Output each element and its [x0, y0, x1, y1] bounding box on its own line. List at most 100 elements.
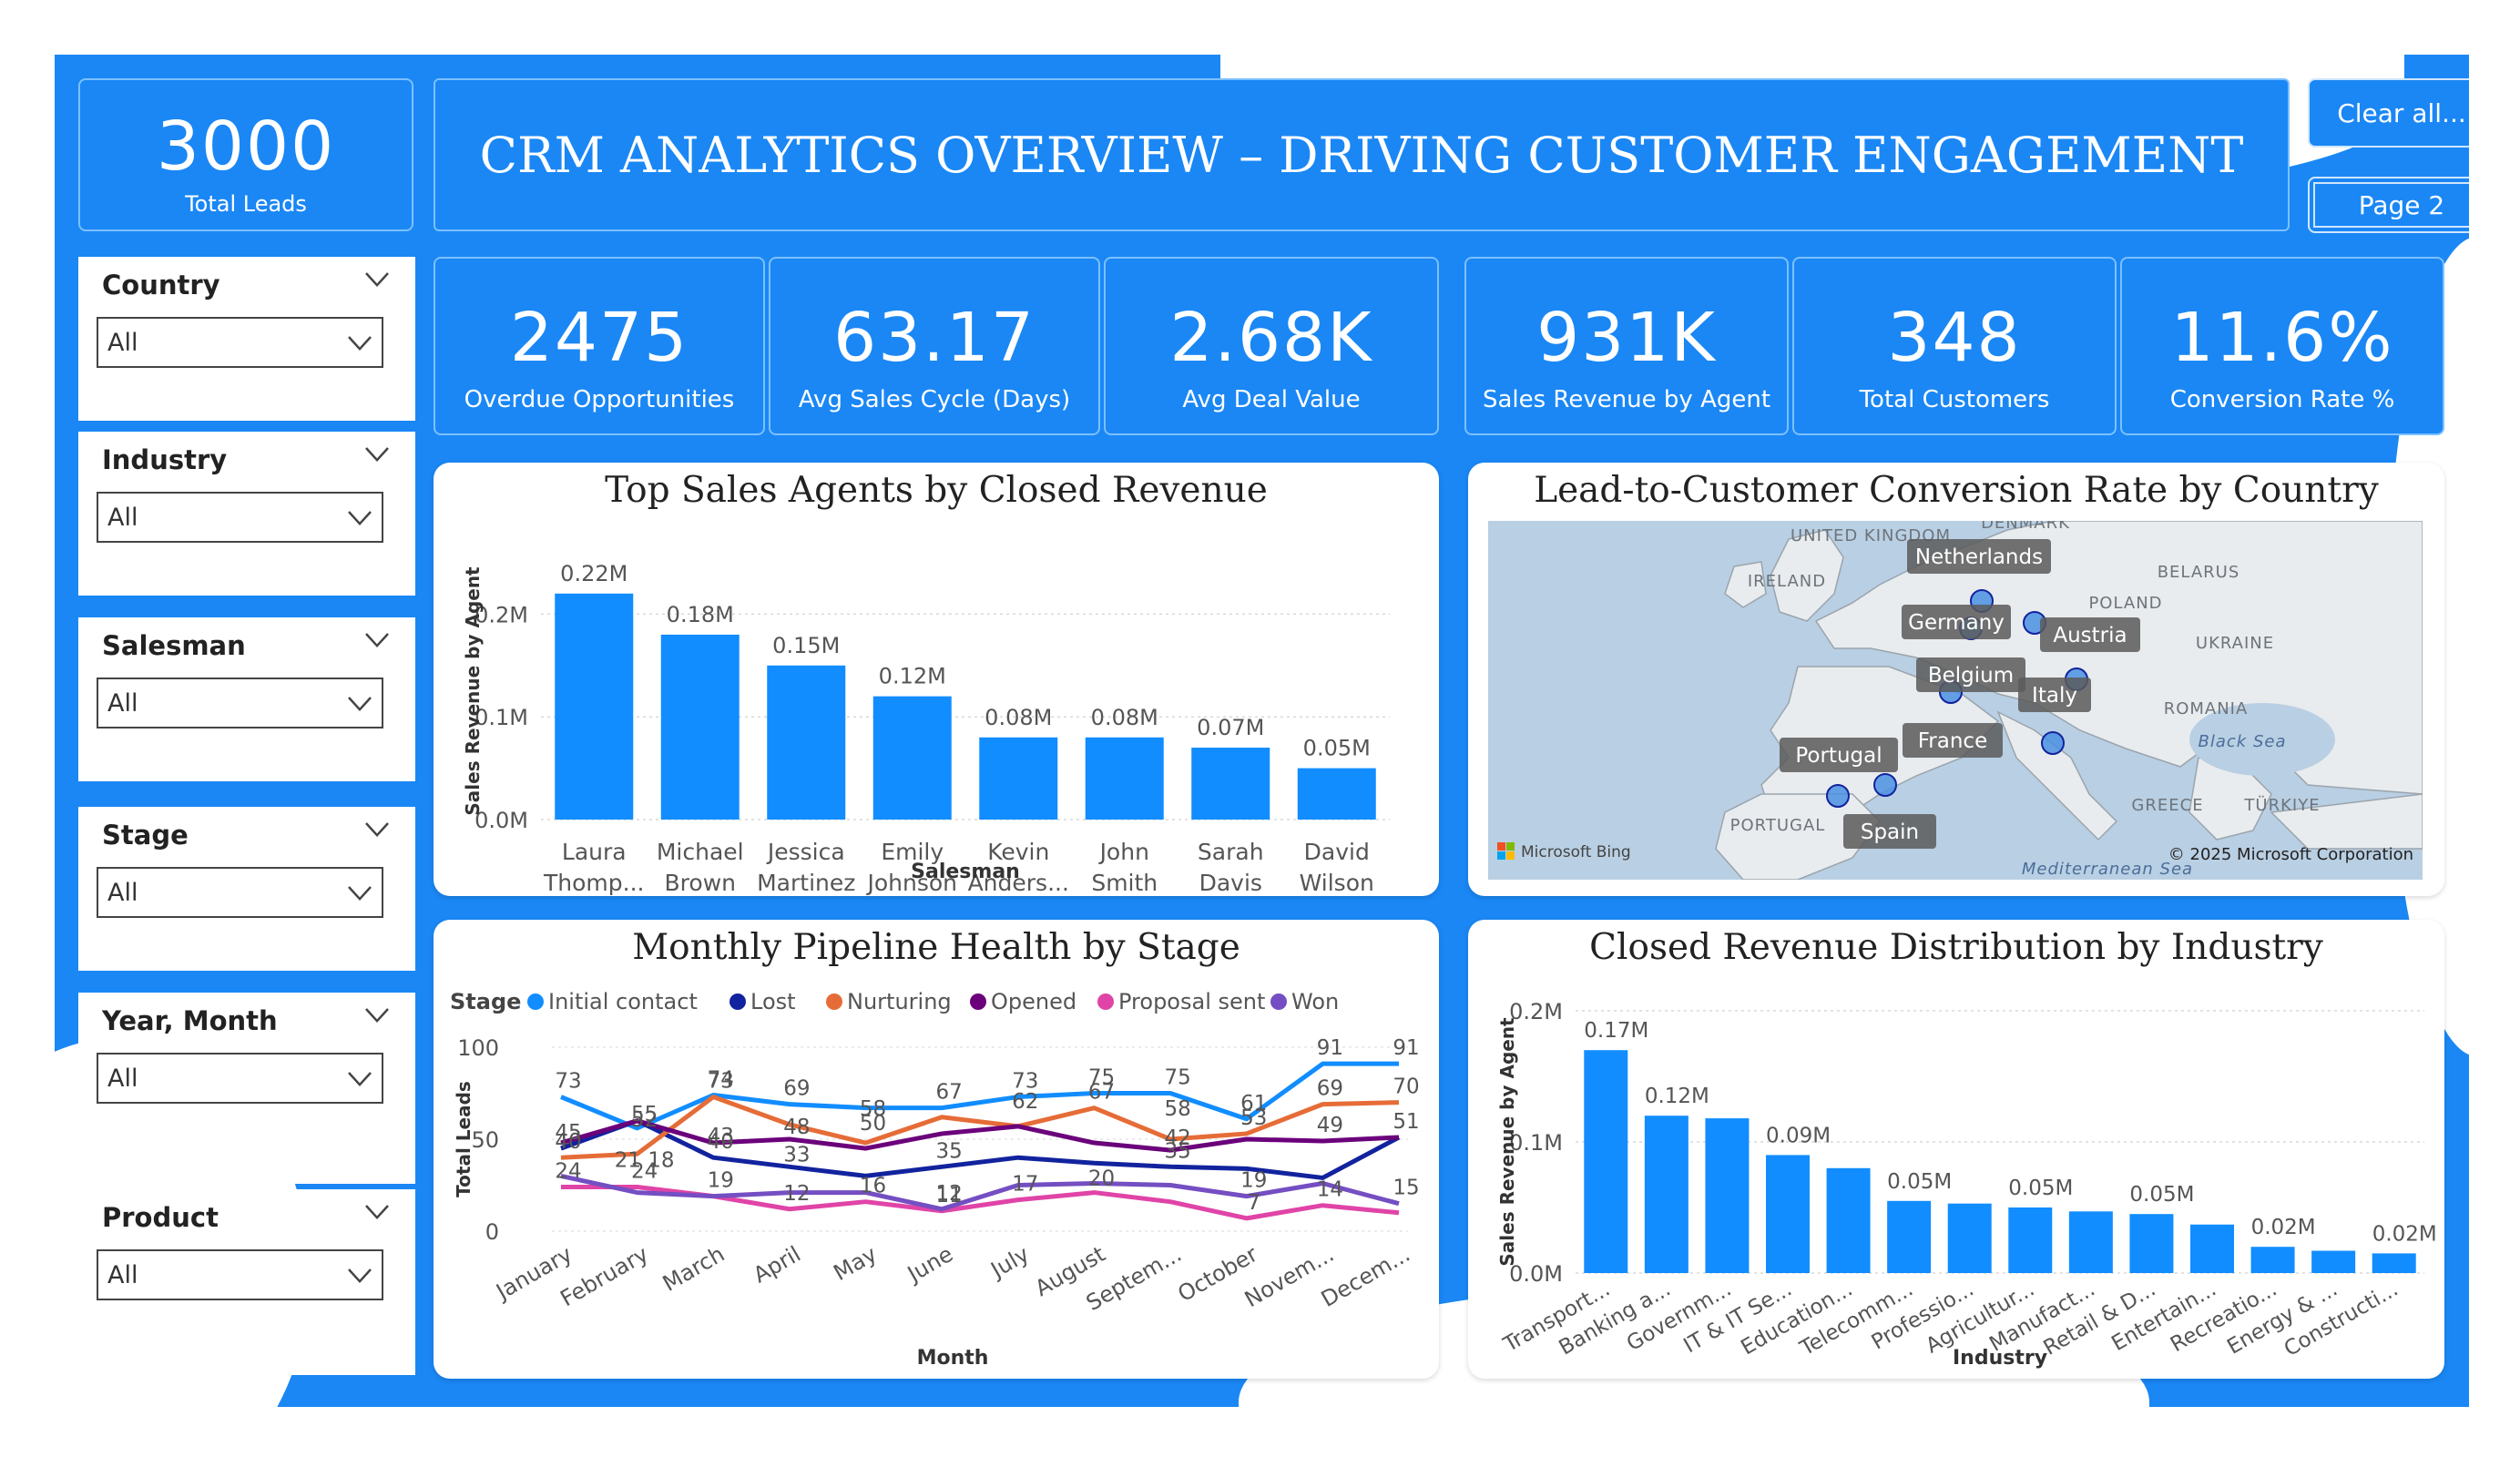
chevron-down-icon — [365, 447, 389, 463]
bar[interactable] — [1947, 1203, 1992, 1273]
x-tick-label: Brown — [665, 870, 736, 896]
map-base-label: IRELAND — [1748, 572, 1826, 591]
legend-marker[interactable] — [1270, 993, 1287, 1010]
bar[interactable] — [2068, 1211, 2113, 1273]
data-label: 51 — [1393, 1110, 1419, 1134]
chevron-down-icon — [365, 822, 389, 838]
chevron-down-icon — [365, 1008, 389, 1024]
bar[interactable] — [1584, 1050, 1628, 1273]
industry-chart-card: Closed Revenue Distribution by Industry … — [1468, 920, 2444, 1379]
slicer-collapse-chevron[interactable] — [364, 1202, 390, 1220]
bar[interactable] — [1085, 737, 1164, 820]
bar[interactable] — [1644, 1116, 1689, 1273]
slicer-collapse-chevron[interactable] — [364, 1005, 390, 1024]
total-leads-label: Total Leads — [185, 191, 307, 217]
slicer-collapse-chevron[interactable] — [364, 444, 390, 463]
legend-item[interactable]: Initial contact — [548, 989, 698, 1014]
slicer-collapse-chevron[interactable] — [364, 630, 390, 648]
bar[interactable] — [767, 665, 846, 820]
bar[interactable] — [2311, 1250, 2356, 1273]
agents-bar-chart: 0.0M0.1M0.2M0.22MLauraThomp...0.18MMicha… — [462, 561, 1390, 896]
map-base-label: BELARUS — [2158, 563, 2240, 582]
data-label: 0.08M — [1091, 705, 1158, 730]
data-label: 74 — [708, 1068, 734, 1092]
deal-value-label: Avg Deal Value — [1182, 386, 1361, 413]
legend-item[interactable]: Proposal sent — [1118, 989, 1265, 1014]
slicer-product[interactable]: Product All — [78, 1189, 415, 1375]
bar[interactable] — [555, 593, 634, 820]
y-axis-title: Sales Revenue by Agent — [1496, 1017, 1518, 1267]
legend-marker[interactable] — [527, 993, 544, 1010]
slicer-collapse-chevron[interactable] — [364, 270, 390, 288]
customers-value: 348 — [1887, 299, 2022, 377]
legend-item[interactable]: Opened — [991, 989, 1076, 1014]
deal-value-value: 2.68K — [1169, 299, 1373, 377]
bar[interactable] — [1297, 768, 1376, 820]
slicer-country[interactable]: Country All — [78, 257, 415, 421]
bar[interactable] — [1887, 1200, 1932, 1273]
bar[interactable] — [660, 634, 740, 820]
data-label: 0.12M — [1645, 1085, 1709, 1108]
data-label: 67 — [936, 1081, 963, 1105]
bar[interactable] — [2190, 1224, 2234, 1273]
bar[interactable] — [2250, 1247, 2295, 1273]
data-label: 42 — [1164, 1126, 1190, 1150]
country-bubble[interactable] — [1826, 784, 1850, 808]
legend-marker[interactable] — [826, 993, 842, 1010]
legend-marker[interactable] — [970, 993, 986, 1010]
slicer-dropdown[interactable]: All — [97, 492, 383, 543]
x-tick-label: Thomp... — [543, 870, 644, 896]
bar[interactable] — [1826, 1167, 1871, 1273]
legend-item[interactable]: Nurturing — [847, 989, 952, 1014]
legend-item[interactable]: Lost — [750, 989, 796, 1014]
country-label: Italy — [2032, 684, 2077, 708]
country-label: Belgium — [1928, 664, 2014, 688]
conversion-map[interactable]: UNITED KINGDOMDENMARKIRELAND BELARUSPOLAN… — [1488, 521, 2423, 880]
slicer-dropdown[interactable]: All — [97, 317, 383, 368]
bar[interactable] — [2372, 1253, 2416, 1273]
customers-card: 348 Total Customers — [1792, 257, 2117, 435]
legend-item[interactable]: Won — [1291, 989, 1339, 1014]
data-label: 11 — [936, 1184, 963, 1207]
data-label: 0.18M — [667, 602, 734, 627]
legend-marker[interactable] — [1097, 993, 1114, 1010]
bar[interactable] — [872, 696, 952, 820]
data-label: 17 — [1012, 1173, 1038, 1197]
clear-all-button[interactable]: Clear all... — [2308, 78, 2469, 148]
slicer-dropdown[interactable]: All — [97, 867, 383, 918]
bar[interactable] — [979, 737, 1058, 820]
slicer-salesman[interactable]: Salesman All — [78, 617, 415, 781]
slicer-dropdown[interactable]: All — [97, 678, 383, 728]
bar[interactable] — [1766, 1155, 1810, 1273]
data-label: 0.05M — [2008, 1177, 2073, 1200]
data-label: 0.12M — [879, 664, 946, 689]
slicer-year-month[interactable]: Year, Month All — [78, 993, 415, 1184]
data-label: 0.22M — [560, 561, 627, 586]
country-label: Portugal — [1795, 744, 1882, 768]
x-tick-label: David — [1304, 839, 1370, 865]
map-base-label: TÜRKIYE — [2243, 795, 2320, 815]
data-label: 58 — [1164, 1097, 1190, 1121]
conversion-label: Conversion Rate % — [2169, 386, 2395, 413]
data-label: 62 — [1012, 1090, 1038, 1114]
slicer-industry[interactable]: Industry All — [78, 432, 415, 596]
y-tick-label: 0 — [485, 1219, 499, 1245]
slicer-selected-value: All — [107, 1261, 138, 1289]
bar[interactable] — [1705, 1118, 1750, 1273]
slicer-dropdown[interactable]: All — [97, 1053, 383, 1104]
bar[interactable] — [2129, 1214, 2174, 1273]
bar[interactable] — [2008, 1207, 2053, 1273]
slicer-collapse-chevron[interactable] — [364, 820, 390, 838]
page-2-button[interactable]: Page 2 — [2308, 177, 2469, 233]
total-leads-card: 3000 Total Leads — [78, 78, 413, 231]
legend-marker[interactable] — [729, 993, 746, 1010]
x-tick-label: Michael — [657, 839, 744, 865]
bar[interactable] — [1191, 748, 1270, 820]
country-bubble[interactable] — [2041, 731, 2065, 755]
slicer-stage[interactable]: Stage All — [78, 807, 415, 971]
data-label: 16 — [860, 1175, 886, 1198]
slicer-dropdown[interactable]: All — [97, 1249, 383, 1300]
overdue-label: Overdue Opportunities — [464, 386, 735, 413]
overdue-card: 2475 Overdue Opportunities — [434, 257, 765, 435]
country-bubble[interactable] — [1873, 773, 1897, 797]
